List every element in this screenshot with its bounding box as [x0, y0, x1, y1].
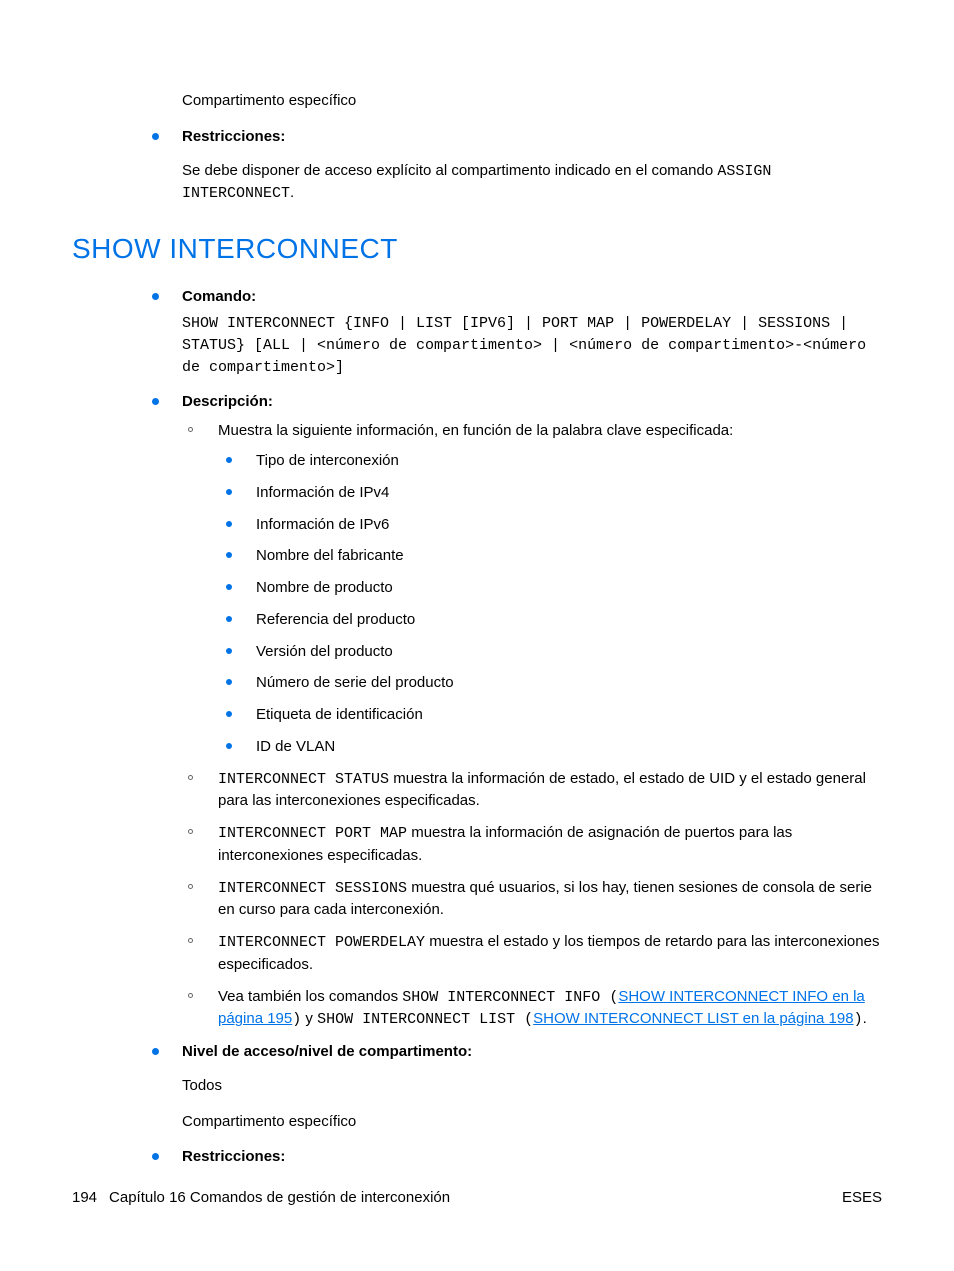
sessions-code: INTERCONNECT SESSIONS — [218, 880, 407, 897]
list-item-label: Información de IPv6 — [256, 516, 389, 533]
footer-right: ESES — [842, 1187, 882, 1209]
bullet-icon — [226, 457, 232, 463]
bullet-icon — [152, 1153, 159, 1160]
page: Compartimento específico Restricciones: … — [0, 0, 954, 1271]
comando-item: Comando: SHOW INTERCONNECT {INFO | LIST … — [148, 286, 882, 379]
circle-bullet-icon — [188, 884, 193, 889]
bullet-icon — [226, 648, 232, 654]
section-title: SHOW INTERCONNECT — [72, 229, 882, 270]
list-item: Referencia del producto — [218, 609, 882, 631]
list-item-label: ID de VLAN — [256, 738, 335, 755]
bullet-icon — [152, 133, 159, 140]
comando-label: Comando: — [182, 288, 256, 305]
seealso-paren-open2: ( — [515, 1011, 533, 1028]
bullet-icon — [152, 398, 159, 405]
portmap-code: INTERCONNECT PORT MAP — [218, 825, 407, 842]
intro-restricciones-item: Restricciones: Se debe disponer de acces… — [148, 126, 882, 205]
muestra-item: Muestra la siguiente información, en fun… — [182, 420, 882, 757]
list-item: Información de IPv6 — [218, 514, 882, 536]
list-item: Versión del producto — [218, 641, 882, 663]
restricciones-pre: Se debe disponer de acceso explícito al … — [182, 162, 717, 179]
bullet-icon — [152, 293, 159, 300]
list-item-label: Información de IPv4 — [256, 484, 389, 501]
seealso-paren-close1: ) — [292, 1011, 301, 1028]
footer-left: 194 Capítulo 16 Comandos de gestión de i… — [72, 1187, 450, 1209]
list-item: ID de VLAN — [218, 736, 882, 758]
list-item-label: Nombre de producto — [256, 579, 393, 596]
seealso-pre: Vea también los comandos — [218, 988, 402, 1005]
list-item-label: Versión del producto — [256, 643, 393, 660]
bullet-icon — [226, 584, 232, 590]
seealso-y: y — [301, 1010, 317, 1027]
bullet-icon — [226, 743, 232, 749]
restricciones-label: Restricciones: — [182, 128, 285, 145]
nivel-label: Nivel de acceso/nivel de compartimento: — [182, 1043, 472, 1060]
seealso-paren-close2: ) — [854, 1011, 863, 1028]
list-item: Número de serie del producto — [218, 672, 882, 694]
restricciones-post: . — [290, 184, 294, 201]
powerdelay-code: INTERCONNECT POWERDELAY — [218, 934, 425, 951]
comando-code: SHOW INTERCONNECT {INFO | LIST [IPV6] | … — [182, 313, 882, 378]
nivel-compartimento: Compartimento específico — [182, 1111, 882, 1133]
status-code: INTERCONNECT STATUS — [218, 771, 389, 788]
bullet-icon — [226, 489, 232, 495]
seealso-paren-open: ( — [600, 989, 618, 1006]
list-item: Nombre de producto — [218, 577, 882, 599]
list-item-label: Referencia del producto — [256, 611, 415, 628]
circle-bullet-icon — [188, 938, 193, 943]
seealso-code1: SHOW INTERCONNECT INFO — [402, 989, 600, 1006]
footer-chapter: Capítulo 16 Comandos de gestión de inter… — [109, 1187, 450, 1209]
seealso-item: Vea también los comandos SHOW INTERCONNE… — [182, 986, 882, 1032]
list-item-label: Etiqueta de identificación — [256, 706, 423, 723]
restricciones2-item: Restricciones: — [148, 1146, 882, 1168]
list-item-label: Tipo de interconexión — [256, 452, 399, 469]
restricciones-text: Se debe disponer de acceso explícito al … — [182, 160, 882, 206]
circle-bullet-icon — [188, 993, 193, 998]
list-item-label: Número de serie del producto — [256, 674, 454, 691]
list-item: Etiqueta de identificación — [218, 704, 882, 726]
page-footer: 194 Capítulo 16 Comandos de gestión de i… — [72, 1187, 882, 1209]
seealso-end: . — [863, 1010, 867, 1027]
circle-bullet-icon — [188, 829, 193, 834]
nivel-item: Nivel de acceso/nivel de compartimento: … — [148, 1041, 882, 1132]
list-item: Tipo de interconexión — [218, 450, 882, 472]
descripcion-item: Descripción: Muestra la siguiente inform… — [148, 391, 882, 1032]
seealso-link2[interactable]: SHOW INTERCONNECT LIST en la página 198 — [533, 1010, 853, 1027]
bullet-icon — [226, 552, 232, 558]
sessions-item: INTERCONNECT SESSIONS muestra qué usuari… — [182, 877, 882, 922]
seealso-code2: SHOW INTERCONNECT LIST — [317, 1011, 515, 1028]
bullet-icon — [226, 679, 232, 685]
circle-bullet-icon — [188, 427, 193, 432]
restricciones2-label: Restricciones: — [182, 1148, 285, 1165]
bullet-icon — [152, 1048, 159, 1055]
footer-page-number: 194 — [72, 1187, 97, 1209]
portmap-item: INTERCONNECT PORT MAP muestra la informa… — [182, 822, 882, 867]
list-item: Nombre del fabricante — [218, 545, 882, 567]
descripcion-label: Descripción: — [182, 393, 273, 410]
intro-compartimento: Compartimento específico — [182, 90, 882, 112]
content-block: Compartimento específico Restricciones: … — [182, 90, 882, 1168]
bullet-icon — [226, 711, 232, 717]
muestra-intro: Muestra la siguiente información, en fun… — [218, 422, 733, 439]
nivel-todos: Todos — [182, 1075, 882, 1097]
circle-bullet-icon — [188, 775, 193, 780]
list-item: Información de IPv4 — [218, 482, 882, 504]
bullet-icon — [226, 521, 232, 527]
bullet-icon — [226, 616, 232, 622]
powerdelay-item: INTERCONNECT POWERDELAY muestra el estad… — [182, 931, 882, 976]
list-item-label: Nombre del fabricante — [256, 547, 404, 564]
status-item: INTERCONNECT STATUS muestra la informaci… — [182, 768, 882, 813]
